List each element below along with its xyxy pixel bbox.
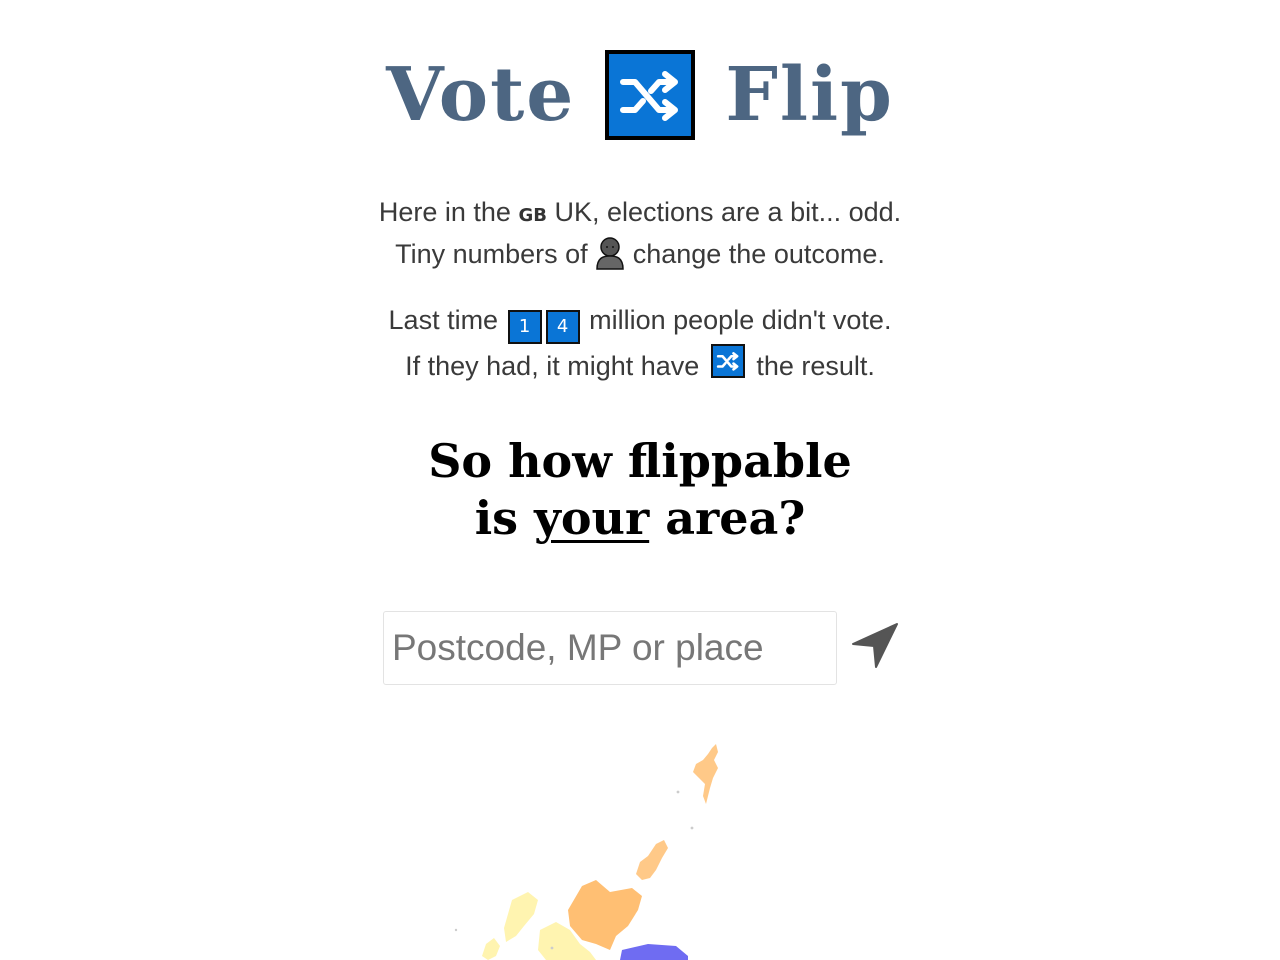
intro-text: Here in the — [378, 197, 511, 227]
intro-paragraph-2: Last time 14 million people didn't vote.… — [0, 301, 1280, 386]
intro-line-1: Here in the GB UK, elections are a bit..… — [0, 193, 1280, 235]
question-emphasis: your — [534, 491, 650, 545]
logo-word-vote: Vote — [386, 52, 576, 138]
question-text: is — [474, 491, 519, 545]
intro-paragraph-1: Here in the GB UK, elections are a bit..… — [0, 193, 1280, 274]
location-arrow-icon — [852, 623, 898, 668]
locate-me-button[interactable] — [850, 622, 900, 670]
gb-flag-icon: GB — [518, 205, 547, 226]
intro-text: the result. — [756, 351, 875, 381]
logo-word-flip: Flip — [725, 52, 894, 138]
map-dot — [454, 928, 458, 932]
intro-text: Last time — [388, 305, 499, 335]
person-icon — [595, 236, 625, 270]
shuffle-icon — [710, 344, 745, 378]
flippable-question-heading: So how flippable is your area? — [0, 433, 1280, 547]
intro-text: UK, elections are a bit... odd. — [554, 197, 902, 227]
digit-one-icon: 1 — [507, 310, 542, 344]
map-region-north-east — [620, 944, 688, 960]
map-dot — [550, 946, 554, 950]
intro-line-4: If they had, it might have the result. — [0, 344, 1280, 386]
shuffle-icon — [605, 50, 696, 140]
map-region-shetland — [693, 744, 718, 804]
intro-text: If they had, it might have — [405, 351, 700, 381]
map-region-islands — [482, 938, 500, 960]
map-region-caithness — [568, 880, 642, 950]
intro-text: million people didn't vote. — [589, 305, 892, 335]
search-input[interactable] — [384, 612, 836, 684]
map-dot — [676, 790, 680, 794]
map-region-west-highlands — [504, 892, 538, 942]
digit-four-icon: 4 — [545, 310, 580, 344]
question-line-1: So how flippable — [428, 434, 852, 488]
intro-text: Tiny numbers of — [395, 239, 588, 269]
constituency-map[interactable] — [420, 730, 760, 960]
site-logo: Vote Flip — [0, 50, 1280, 150]
map-region-orkney — [636, 840, 668, 880]
intro-line-3: Last time 14 million people didn't vote. — [0, 301, 1280, 344]
intro-line-2: Tiny numbers of change the outcome. — [0, 235, 1280, 274]
search-box — [383, 611, 837, 685]
map-dot — [690, 826, 694, 830]
question-text: area? — [665, 491, 806, 545]
question-line-2: is your area? — [0, 490, 1280, 547]
intro-text: change the outcome. — [632, 239, 885, 269]
